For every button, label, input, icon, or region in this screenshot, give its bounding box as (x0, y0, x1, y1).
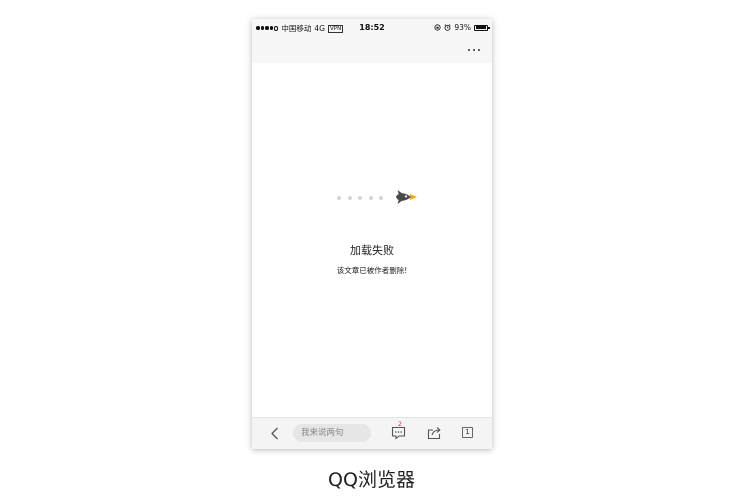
orientation-lock-icon (434, 24, 441, 31)
loading-dot (337, 196, 341, 200)
comment-count-badge: 2 (398, 421, 402, 428)
comment-input[interactable] (293, 424, 371, 442)
more-dot (472, 48, 476, 52)
comment-icon[interactable] (391, 426, 406, 440)
phone-screen: 中国移动 4G VPN 18:52 93% 加载失败 该文章已被作者删除! 我来… (252, 19, 492, 449)
loading-dot (368, 196, 373, 200)
page-content: 加载失败 该文章已被作者删除! (252, 63, 492, 417)
loading-dot (358, 196, 362, 200)
share-icon[interactable] (427, 426, 442, 440)
error-title: 加载失败 (350, 244, 394, 257)
loading-dot (379, 196, 383, 200)
loading-dot (347, 196, 352, 200)
status-bar: 中国移动 4G VPN 18:52 93% (252, 19, 492, 37)
more-options-button[interactable] (464, 43, 484, 57)
back-arrow-icon[interactable] (270, 427, 280, 440)
tabs-button[interactable]: 1 (462, 427, 473, 438)
error-message: 该文章已被作者删除! (336, 266, 408, 275)
more-dot (467, 48, 471, 52)
nav-bar (252, 37, 492, 63)
status-right: 93% (434, 23, 490, 32)
bottom-toolbar: 2 1 (252, 417, 492, 449)
battery-percent: 93% (454, 23, 471, 32)
loading-dots (337, 196, 383, 200)
more-dot (477, 48, 481, 52)
rocket-icon (396, 190, 417, 204)
battery-icon (474, 24, 490, 31)
app-caption: QQ浏览器 (328, 469, 415, 491)
alarm-clock-icon (444, 24, 451, 31)
battery-fill (475, 26, 486, 29)
